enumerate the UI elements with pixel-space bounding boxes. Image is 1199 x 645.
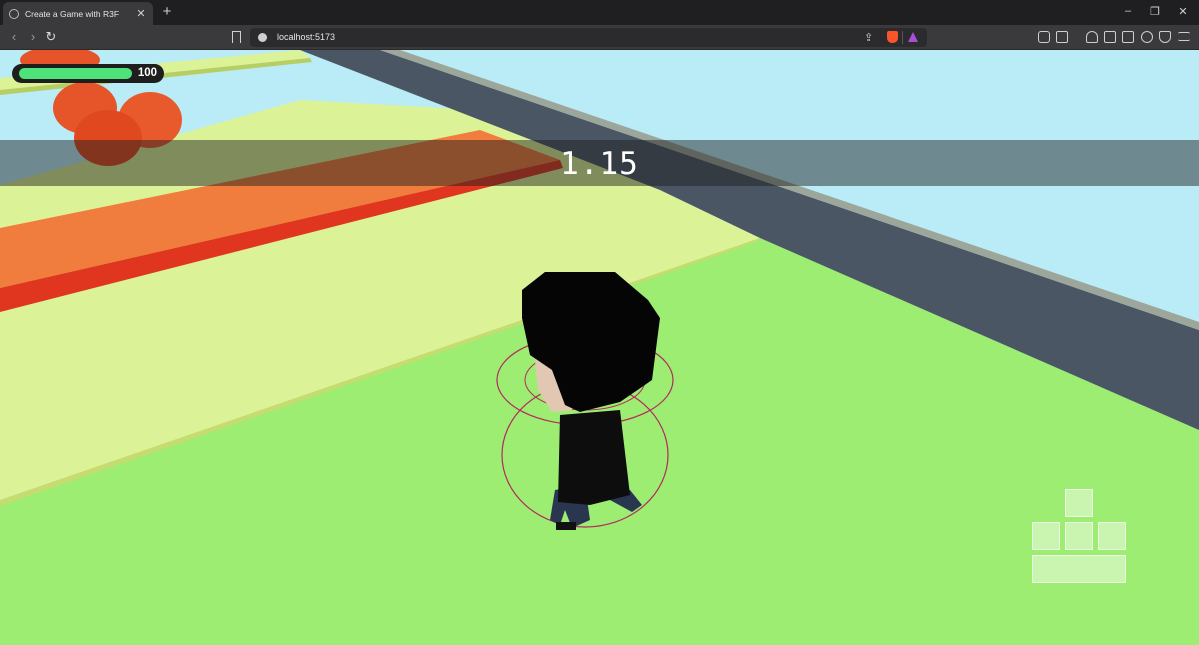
- share-icon[interactable]: ⇪: [864, 31, 873, 44]
- tab-active[interactable]: Create a Game with R3F ✕: [3, 2, 153, 25]
- health-value: 100: [137, 67, 157, 79]
- key-left: [1032, 522, 1060, 550]
- minimize-button[interactable]: –: [1121, 5, 1135, 17]
- browser-toolbar: ‹ › ↻ localhost:5173 ⇪: [0, 25, 1199, 50]
- controls-indicator: [1032, 489, 1126, 583]
- key-right: [1098, 522, 1126, 550]
- tab-strip: Create a Game with R3F ✕ + – ❐ ✕: [0, 0, 1199, 25]
- wallet-icon[interactable]: [1122, 31, 1134, 43]
- site-info-icon[interactable]: [258, 33, 267, 42]
- game-canvas[interactable]: 1.15 100: [0, 50, 1199, 645]
- health-fill: [19, 68, 132, 79]
- bookmark-icon[interactable]: [232, 31, 241, 43]
- back-button[interactable]: ‹: [7, 30, 21, 44]
- timer: 1.15: [560, 146, 639, 182]
- globe-icon: [9, 8, 19, 19]
- divider: [902, 31, 903, 44]
- leo-ai-icon[interactable]: [1141, 31, 1153, 43]
- reload-button[interactable]: ↻: [44, 30, 58, 44]
- forward-button[interactable]: ›: [26, 30, 40, 44]
- key-backward: [1065, 522, 1093, 550]
- brave-shields-icon[interactable]: [887, 31, 898, 43]
- browser-window: Create a Game with R3F ✕ + – ❐ ✕ ‹ › ↻ l…: [0, 0, 1199, 645]
- url-text[interactable]: localhost:5173: [277, 32, 335, 42]
- screenshot-icon[interactable]: [1056, 31, 1068, 43]
- sidebar-icon[interactable]: [1104, 31, 1116, 43]
- menu-icon[interactable]: [1178, 32, 1190, 41]
- key-jump: [1032, 555, 1126, 583]
- vpn-shield-icon[interactable]: [1159, 31, 1171, 43]
- brave-rewards-icon[interactable]: [908, 32, 918, 42]
- extensions-icon[interactable]: [1038, 31, 1050, 43]
- health-bar: 100: [12, 64, 164, 83]
- close-window-button[interactable]: ✕: [1176, 5, 1190, 18]
- music-icon[interactable]: [1086, 31, 1098, 43]
- address-bar[interactable]: localhost:5173 ⇪: [250, 28, 927, 47]
- key-forward: [1065, 489, 1093, 517]
- tab-title: Create a Game with R3F: [25, 8, 120, 19]
- new-tab-button[interactable]: +: [159, 4, 175, 20]
- tab-close-icon[interactable]: ✕: [135, 7, 147, 20]
- maximize-button[interactable]: ❐: [1148, 5, 1162, 18]
